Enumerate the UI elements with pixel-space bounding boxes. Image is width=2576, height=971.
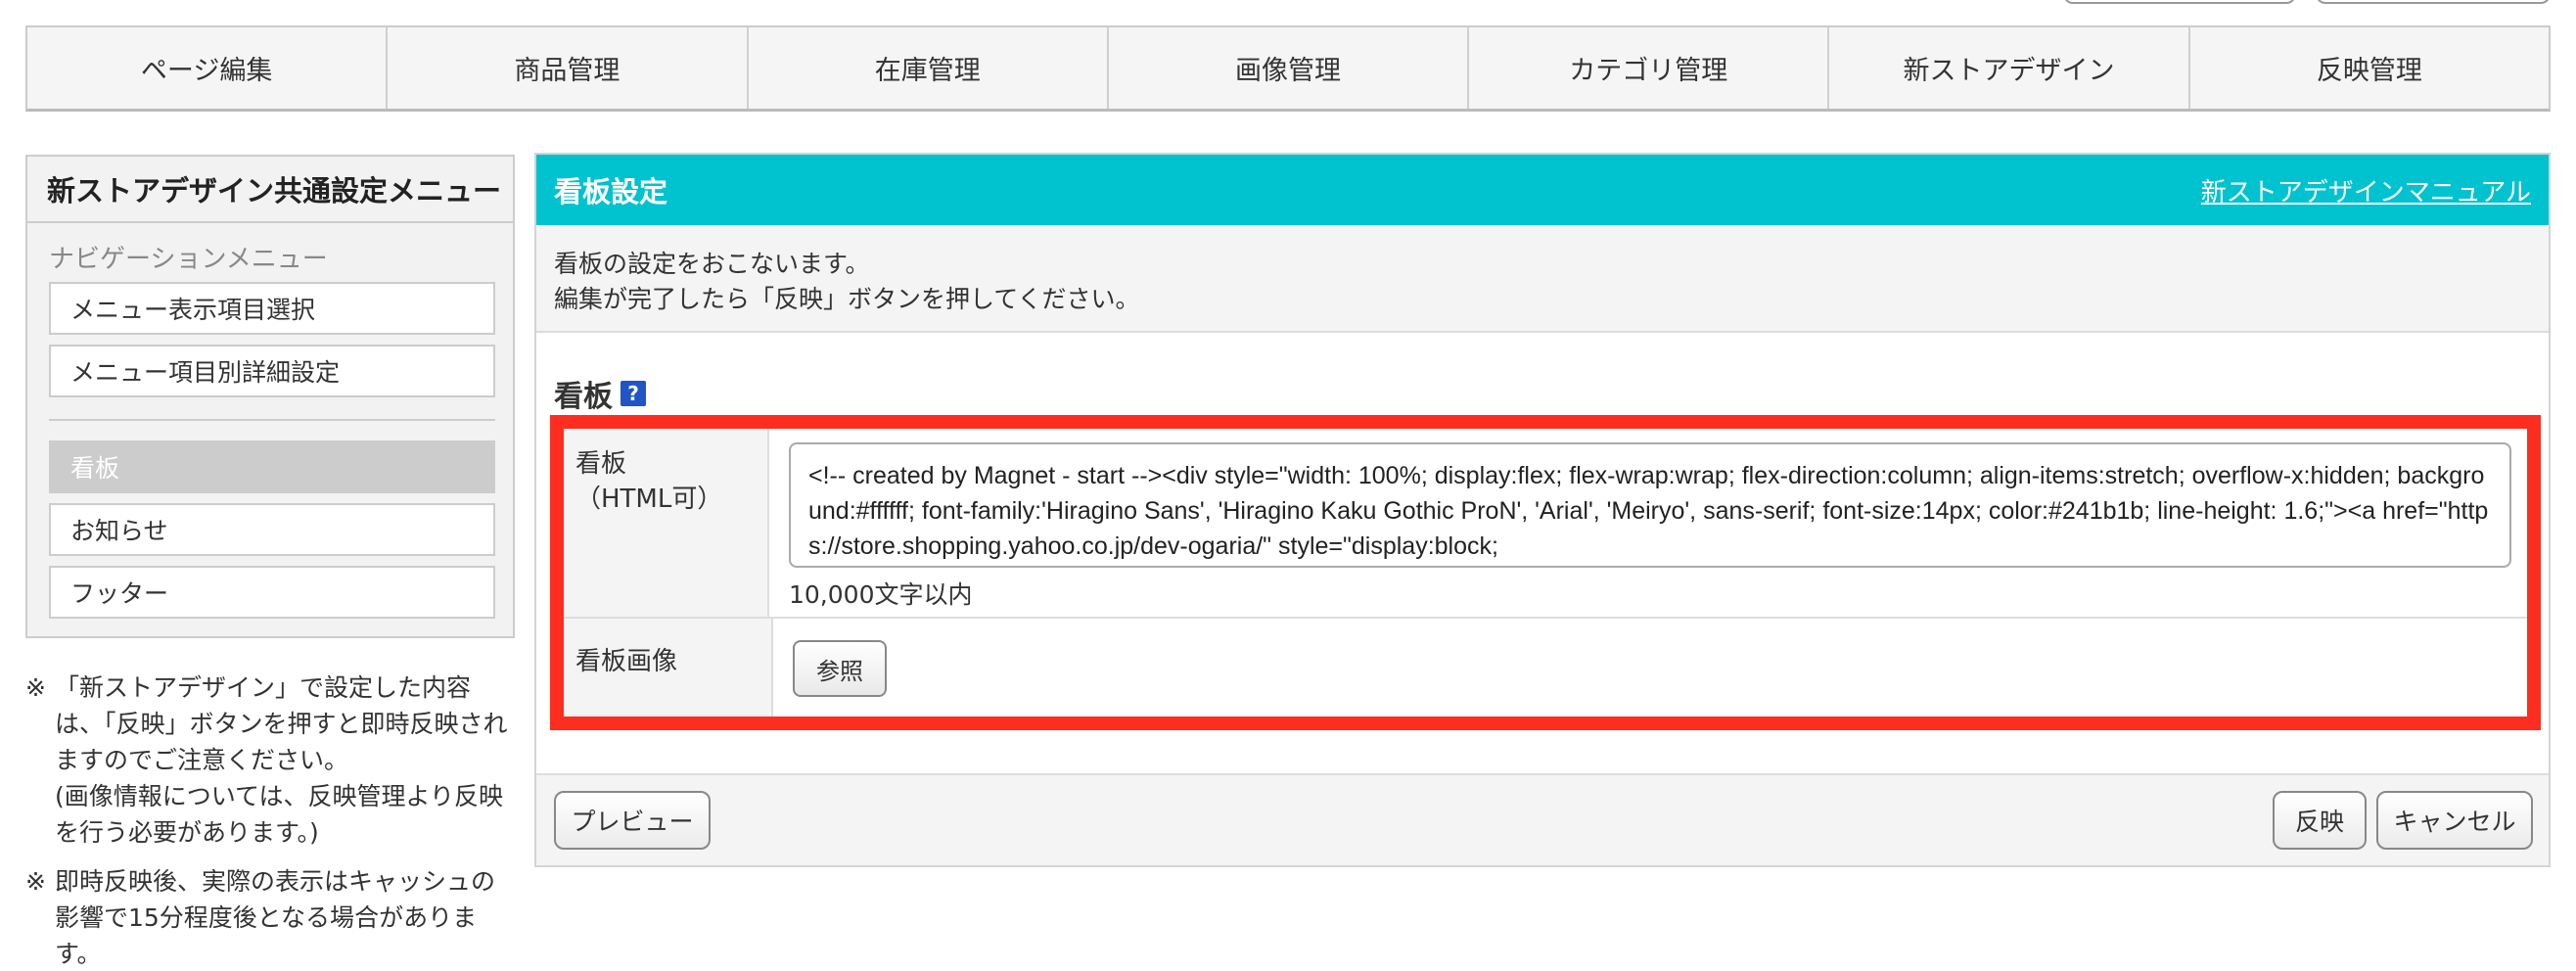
section-title: 看板 ? <box>554 372 646 415</box>
main-nav-tabs: ページ編集 商品管理 在庫管理 画像管理 カテゴリ管理 新ストアデザイン 反映管… <box>25 25 2551 112</box>
character-limit-text: 10,000文字以内 <box>789 580 973 609</box>
tab-product-management[interactable]: 商品管理 <box>388 27 749 109</box>
note-immediate-reflect: ※ 「新ストアデザイン」で設定した内容は、「反映」ボタンを押すと即時反映されます… <box>25 670 515 851</box>
sidebar-title: 新ストアデザイン共通設定メニュー <box>27 157 513 223</box>
note-mark: ※ <box>25 867 46 896</box>
description-line-2: 編集が完了したら「反映」ボタンを押してください。 <box>554 285 1140 313</box>
panel-footer: プレビュー 反映 キャンセル <box>536 773 2549 865</box>
note-text-1: 「新ストアデザイン」で設定した内容は、「反映」ボタンを押すと即時反映されますので… <box>55 673 508 774</box>
sidebar-nav-heading: ナビゲーションメニュー <box>49 245 328 274</box>
note-cache: ※ 即時反映後、実際の表示はキャッシュの影響で15分程度後となる場合があります。 <box>25 863 515 971</box>
tab-page-edit[interactable]: ページ編集 <box>27 27 389 109</box>
signboard-settings-panel: 看板設定 新ストアデザインマニュアル 看板の設定をおこないます。 編集が完了した… <box>534 153 2551 867</box>
note-text-3: 即時反映後、実際の表示はキャッシュの影響で15分程度後となる場合があります。 <box>55 867 496 968</box>
manual-link[interactable]: 新ストアデザインマニュアル <box>2201 172 2531 208</box>
note-mark: ※ <box>25 673 46 702</box>
sidebar: 新ストアデザイン共通設定メニュー ナビゲーションメニュー メニュー表示項目選択 … <box>25 155 515 638</box>
description-line-1: 看板の設定をおこないます。 <box>554 250 870 278</box>
signboard-form: 看板 （HTML可） <!-- created by Magnet - star… <box>554 419 2533 718</box>
tab-image-management[interactable]: 画像管理 <box>1109 27 1470 109</box>
sidebar-item-notice[interactable]: お知らせ <box>49 503 495 556</box>
top-button-right[interactable] <box>2316 0 2551 4</box>
help-icon[interactable]: ? <box>621 381 646 406</box>
sidebar-item-signboard[interactable]: 看板 <box>49 440 495 493</box>
signboard-html-textarea[interactable]: <!-- created by Magnet - start --><div s… <box>789 442 2511 568</box>
section-title-text: 看板 <box>554 380 613 414</box>
apply-button[interactable]: 反映 <box>2273 791 2367 850</box>
tab-category-management[interactable]: カテゴリ管理 <box>1469 27 1830 109</box>
row-label-html: 看板 （HTML可） <box>556 421 769 617</box>
form-row-image: 看板画像 参照 <box>556 619 2531 717</box>
row-label-html-line-1: 看板 <box>575 449 627 479</box>
form-row-html: 看板 （HTML可） <!-- created by Magnet - star… <box>556 421 2531 619</box>
sidebar-item-menu-detail[interactable]: メニュー項目別詳細設定 <box>49 345 495 397</box>
sidebar-item-footer[interactable]: フッター <box>49 566 495 619</box>
tab-inventory-management[interactable]: 在庫管理 <box>749 27 1109 109</box>
panel-description: 看板の設定をおこないます。 編集が完了したら「反映」ボタンを押してください。 <box>536 225 2549 333</box>
sidebar-divider <box>49 419 495 421</box>
preview-button[interactable]: プレビュー <box>554 791 711 850</box>
tab-reflection-management[interactable]: 反映管理 <box>2190 27 2549 109</box>
panel-header: 看板設定 新ストアデザインマニュアル <box>536 155 2549 225</box>
row-content-html: <!-- created by Magnet - start --><div s… <box>769 421 2531 617</box>
row-content-image: 参照 <box>773 619 2531 717</box>
note-text-2: (画像情報については、反映管理より反映を行う必要があります。) <box>55 782 504 847</box>
row-label-html-line-2: （HTML可） <box>575 485 723 514</box>
browse-button[interactable]: 参照 <box>793 640 887 697</box>
panel-title: 看板設定 <box>554 175 668 208</box>
tab-new-store-design[interactable]: 新ストアデザイン <box>1829 27 2190 109</box>
sidebar-item-menu-display[interactable]: メニュー表示項目選択 <box>49 282 495 335</box>
row-label-image: 看板画像 <box>556 619 773 717</box>
top-button-left[interactable] <box>2063 0 2296 4</box>
cancel-button[interactable]: キャンセル <box>2376 791 2533 850</box>
